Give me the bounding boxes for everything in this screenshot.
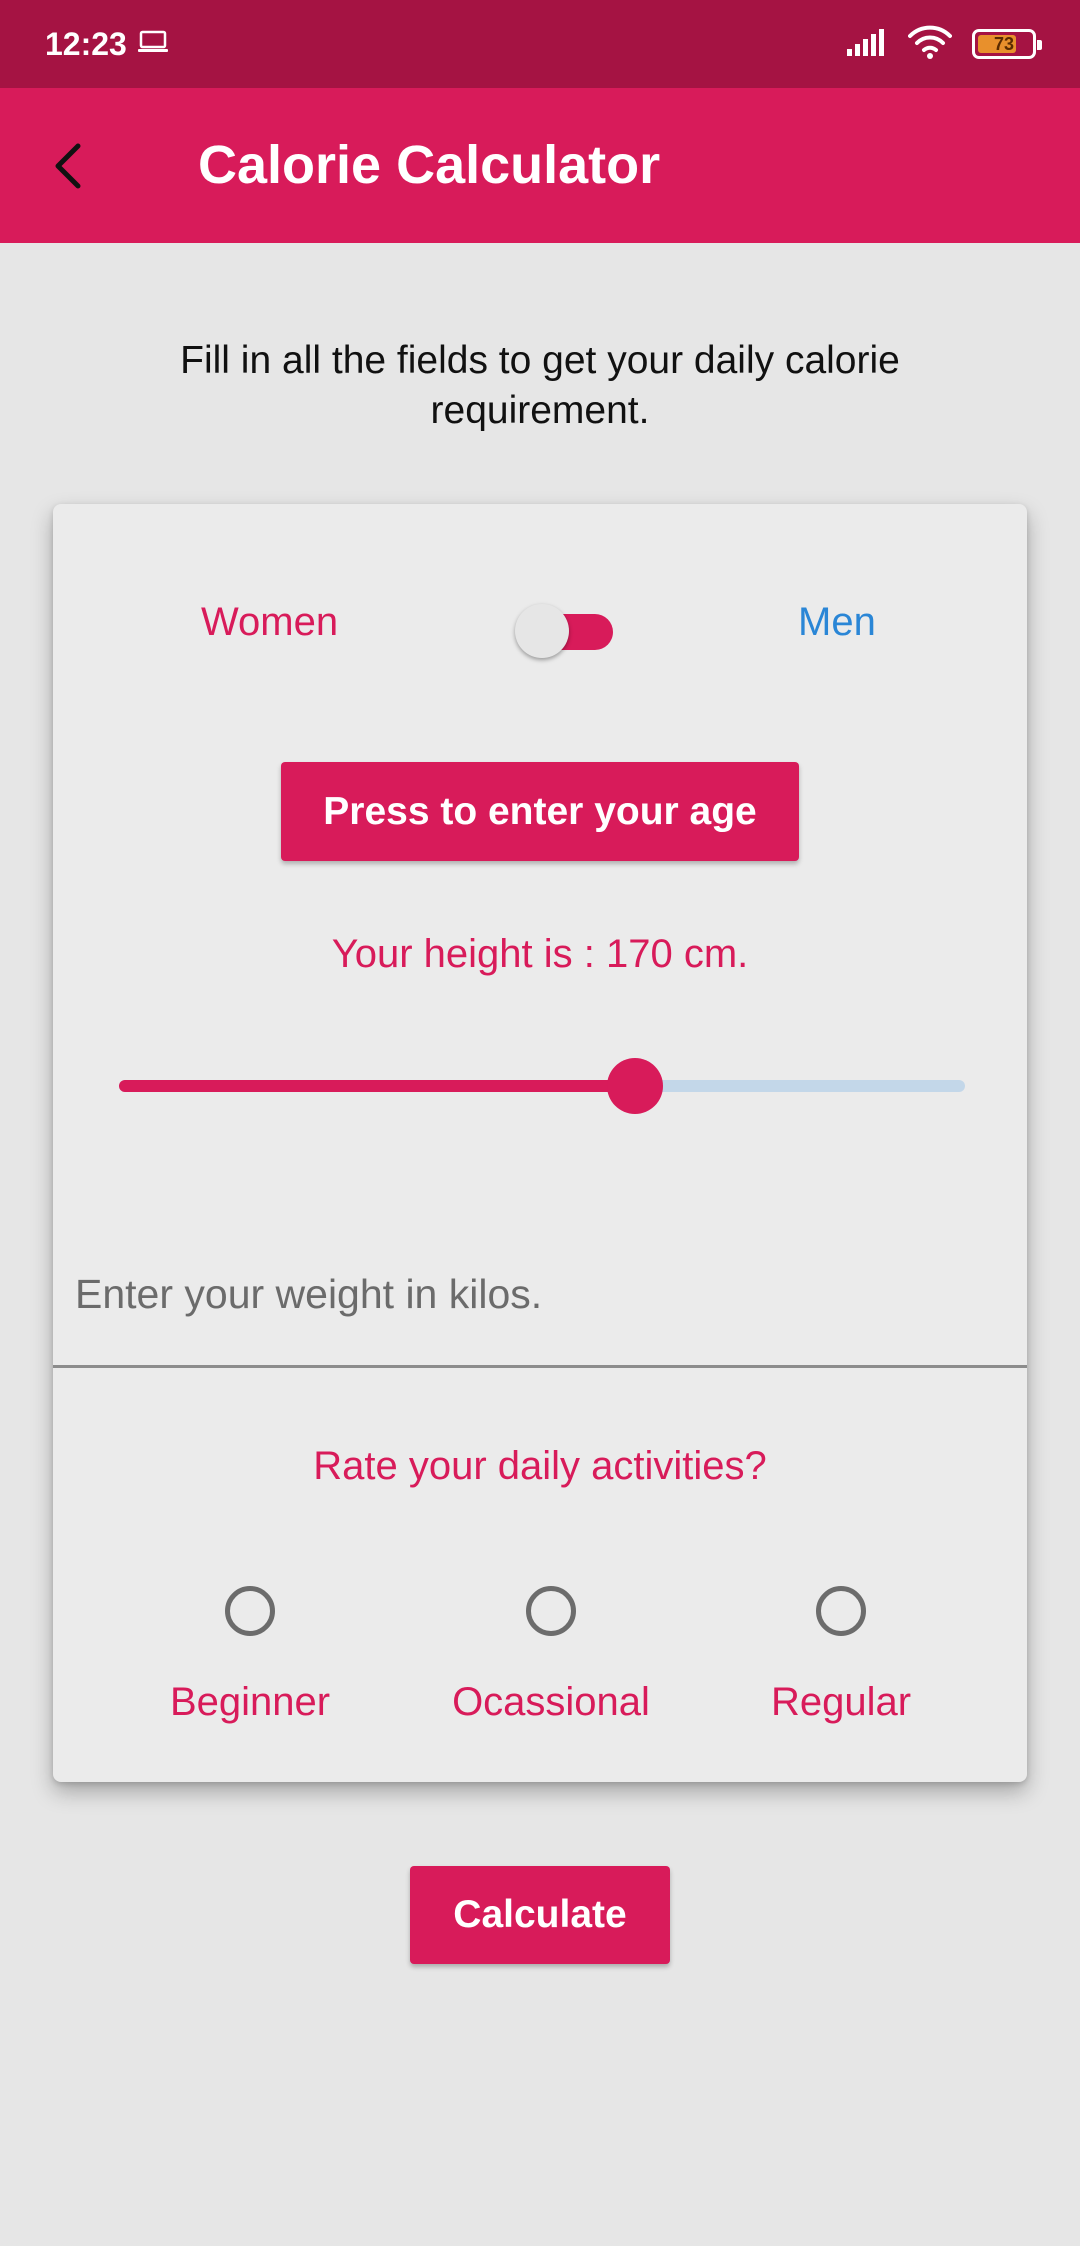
radio-label: Regular	[770, 1680, 912, 1724]
height-slider[interactable]	[119, 1058, 969, 1114]
battery-tip	[1037, 40, 1042, 50]
radio-button[interactable]	[526, 1586, 576, 1636]
gender-row: Women Men	[53, 600, 1027, 660]
status-left: 12:23	[45, 26, 169, 63]
toggle-thumb	[515, 604, 569, 658]
battery-icon: 73	[972, 29, 1042, 59]
weight-input[interactable]	[75, 1264, 1005, 1324]
height-readout: Your height is : 170 cm.	[331, 932, 749, 976]
status-time: 12:23	[45, 25, 127, 62]
back-button[interactable]	[40, 138, 96, 194]
slider-fill	[119, 1080, 635, 1092]
radio-option-beginner[interactable]: Beginner	[130, 1586, 370, 1725]
intro-text: Fill in all the fields to get your daily…	[180, 339, 900, 432]
radio-option-regular[interactable]: Regular	[721, 1586, 961, 1725]
back-arrow-icon	[55, 143, 81, 189]
calculate-button[interactable]: Calculate	[410, 1866, 670, 1964]
status-right: 73	[846, 25, 1042, 64]
radio-button[interactable]	[225, 1586, 275, 1636]
status-bar: 12:23 73	[0, 0, 1080, 88]
radio-label: Ocassional	[452, 1680, 650, 1724]
radio-button[interactable]	[816, 1586, 866, 1636]
signal-icon	[846, 27, 888, 62]
activities-title: Rate your daily activities?	[313, 1444, 767, 1488]
radio-label: Beginner	[169, 1680, 331, 1724]
slider-thumb[interactable]	[607, 1058, 663, 1114]
form-card: Women Men Press to enter your age Your h…	[53, 504, 1027, 1782]
enter-age-button[interactable]: Press to enter your age	[281, 762, 799, 861]
battery-level: 73	[993, 33, 1015, 54]
laptop-icon	[137, 26, 169, 63]
men-label: Men	[798, 600, 876, 644]
weight-field	[53, 1242, 1027, 1368]
page-title: Calorie Calculator	[198, 135, 661, 195]
radio-option-ocassional[interactable]: Ocassional	[431, 1586, 671, 1725]
women-label: Women	[201, 600, 339, 644]
activity-radio-group: Beginner Ocassional Regular	[53, 1586, 1027, 1746]
gender-toggle[interactable]	[515, 600, 619, 658]
wifi-icon	[908, 25, 952, 64]
app-bar: Calorie Calculator	[0, 88, 1080, 243]
